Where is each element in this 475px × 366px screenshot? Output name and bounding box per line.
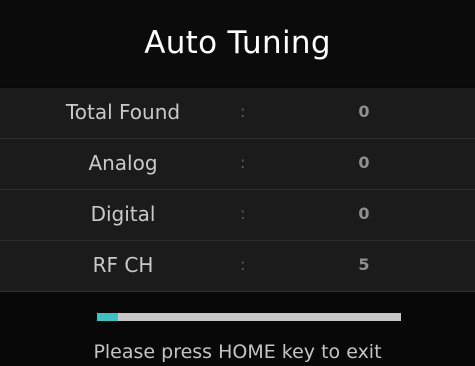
row-label: Total Found <box>65 100 181 124</box>
row-separator: : <box>240 102 246 121</box>
row-separator: : <box>240 255 246 274</box>
tuning-progress-fill <box>97 313 119 321</box>
row-value: 0 <box>358 204 370 223</box>
row-value: 0 <box>358 102 370 121</box>
row-label: Digital <box>90 202 156 226</box>
row-separator: : <box>240 204 246 223</box>
tuning-progress-bar <box>97 313 401 321</box>
auto-tuning-dialog: Auto Tuning Total Found : 0 Analog : 0 D… <box>0 0 475 366</box>
row-rf-channel: RF CH : 5 <box>0 241 475 292</box>
exit-hint: Please press HOME key to exit <box>93 341 382 363</box>
row-value: 0 <box>358 153 370 172</box>
tuning-stats: Total Found : 0 Analog : 0 Digital : 0 R… <box>0 88 475 292</box>
row-label: RF CH <box>92 253 154 277</box>
row-digital: Digital : 0 <box>0 190 475 241</box>
title-bar: Auto Tuning <box>0 0 475 86</box>
row-analog: Analog : 0 <box>0 139 475 190</box>
dialog-title: Auto Tuning <box>144 25 331 61</box>
row-label: Analog <box>88 151 158 175</box>
row-separator: : <box>240 153 246 172</box>
row-value: 5 <box>358 255 370 274</box>
row-total-found: Total Found : 0 <box>0 88 475 139</box>
